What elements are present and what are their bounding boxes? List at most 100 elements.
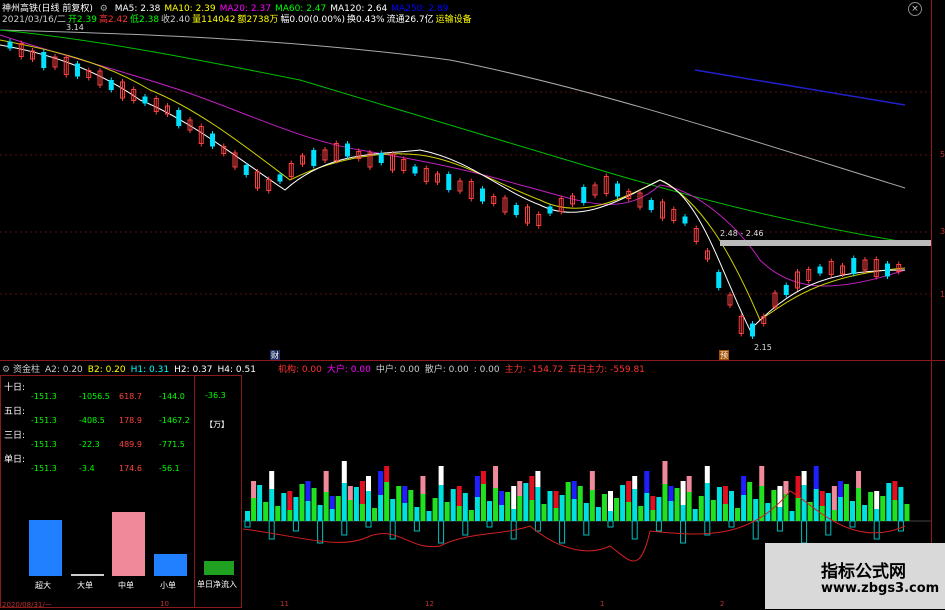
kline-panel[interactable]: 神州高铁(日线 前复权) ⚙ MA5: 2.38 MA10: 2.39 MA20: … — [0, 0, 945, 361]
fund-bar — [341, 483, 347, 521]
fund-bar-stack — [493, 466, 499, 488]
fund-bar-negative — [801, 520, 808, 544]
fund-bar — [390, 499, 396, 521]
fund-bar — [329, 509, 335, 521]
ma120-line — [0, 29, 906, 189]
fund-bar — [293, 497, 299, 521]
fund-bar — [656, 497, 662, 521]
axis-label-5: 5 — [940, 150, 945, 159]
quote-item: 运输设备 — [435, 15, 472, 25]
fund-bar-stack — [341, 461, 347, 483]
quote-item: 幅0.00(0.00%) — [280, 15, 346, 25]
fund-bar — [843, 484, 849, 521]
fund-bar-stack — [480, 471, 486, 484]
range-label: 2.48 - 2.46 — [720, 229, 764, 238]
kline-chart[interactable] — [0, 0, 945, 361]
close-icon[interactable]: × — [908, 2, 922, 16]
fund-bar-negative — [897, 520, 904, 532]
fund-bar — [662, 484, 668, 521]
fund-bar-stack — [704, 466, 710, 483]
fund-bar — [366, 491, 371, 521]
fund-bar — [698, 496, 704, 521]
fund-bar — [638, 506, 644, 521]
indicator-settings-icon[interactable]: ⚙ — [2, 365, 10, 375]
fund-bar-stack — [366, 476, 371, 491]
flow-row-label: 五日: — [4, 407, 26, 417]
fund-bar — [287, 510, 293, 521]
fund-bar-negative — [849, 520, 856, 528]
fund-bar — [323, 492, 329, 521]
quote-item: 2021/03/16/二 — [2, 15, 66, 25]
fund-bar-negative — [534, 520, 541, 532]
net-ten-day-value: -36.3 — [205, 391, 226, 400]
fund-bar-stack — [892, 481, 898, 500]
fund-bar-stack — [571, 481, 577, 499]
net-inflow-box: -36.3 【万】 单日净流入 — [194, 375, 243, 608]
indicator-value: 资金柱 — [12, 365, 40, 375]
fund-bar — [632, 489, 638, 521]
fund-bar — [462, 493, 468, 521]
fund-bar-stack — [680, 481, 686, 505]
fund-bar — [741, 495, 747, 521]
low-price-label: 2.15 — [754, 343, 772, 352]
fund-bar-stack — [535, 471, 541, 487]
fund-bar-stack — [632, 476, 638, 489]
fund-bar — [704, 483, 710, 521]
fund-bar — [487, 501, 492, 521]
flow-value: -56.1 — [159, 464, 180, 473]
fund-bar-negative — [680, 520, 687, 544]
flow-value: -151.3 — [31, 416, 57, 425]
date-label: 1 — [600, 600, 605, 608]
net-inflow-bar — [204, 561, 234, 575]
logo-title: 指标公式网 — [821, 562, 906, 582]
fund-bar-stack — [831, 486, 837, 510]
fund-bars-group — [244, 461, 910, 544]
fund-bar — [589, 490, 595, 521]
fund-bar-negative — [413, 520, 420, 532]
fund-bar-negative — [268, 520, 275, 540]
fund-bar — [868, 492, 874, 521]
fund-bar — [257, 485, 263, 521]
logo-url: www.zbgs3.com — [821, 581, 940, 596]
fund-bar — [547, 491, 553, 521]
fund-bar-negative — [292, 520, 299, 532]
fund-bar — [263, 502, 269, 521]
fund-bar-stack — [511, 486, 517, 509]
fund-bar — [408, 490, 414, 521]
fund-bar — [426, 511, 432, 521]
fund-bar — [432, 498, 438, 521]
indicator-value: H1: 0.31 — [130, 365, 170, 375]
flow-value: 489.9 — [119, 440, 142, 449]
fund-bar — [474, 497, 480, 521]
fund-bar — [456, 506, 462, 521]
ma250-line — [694, 69, 906, 106]
fund-bar-stack — [837, 481, 843, 497]
flow-value: -151.3 — [31, 464, 57, 473]
fund-bar-stack — [329, 496, 335, 509]
fund-bar — [511, 509, 517, 521]
fund-bar — [251, 498, 257, 521]
flow-bar — [29, 520, 62, 576]
fund-flow-bars — [29, 512, 187, 576]
fund-bar — [420, 494, 426, 521]
fund-bar-negative — [631, 520, 638, 540]
flow-value: -22.3 — [79, 440, 100, 449]
flow-value: -151.3 — [31, 392, 57, 401]
fund-bar-stack — [813, 466, 819, 489]
indicator-value: 中户: 0.00 — [375, 365, 420, 375]
fund-bar — [438, 485, 444, 521]
flow-value: 174.6 — [119, 464, 142, 473]
flow-row-label: 三日: — [4, 431, 26, 441]
fund-bar — [668, 501, 674, 521]
fund-bar — [862, 505, 868, 521]
fund-bar — [281, 493, 287, 521]
fund-bar-stack — [359, 481, 365, 504]
fund-bar-stack — [741, 476, 747, 495]
fund-bar-negative — [365, 520, 372, 528]
fund-bar — [583, 503, 589, 521]
fund-bar — [904, 504, 910, 521]
flow-value: -1467.2 — [159, 416, 190, 425]
indicator-value: 机构: 0.00 — [277, 365, 322, 375]
fund-bar-stack — [420, 476, 426, 494]
fund-bar — [813, 489, 819, 521]
